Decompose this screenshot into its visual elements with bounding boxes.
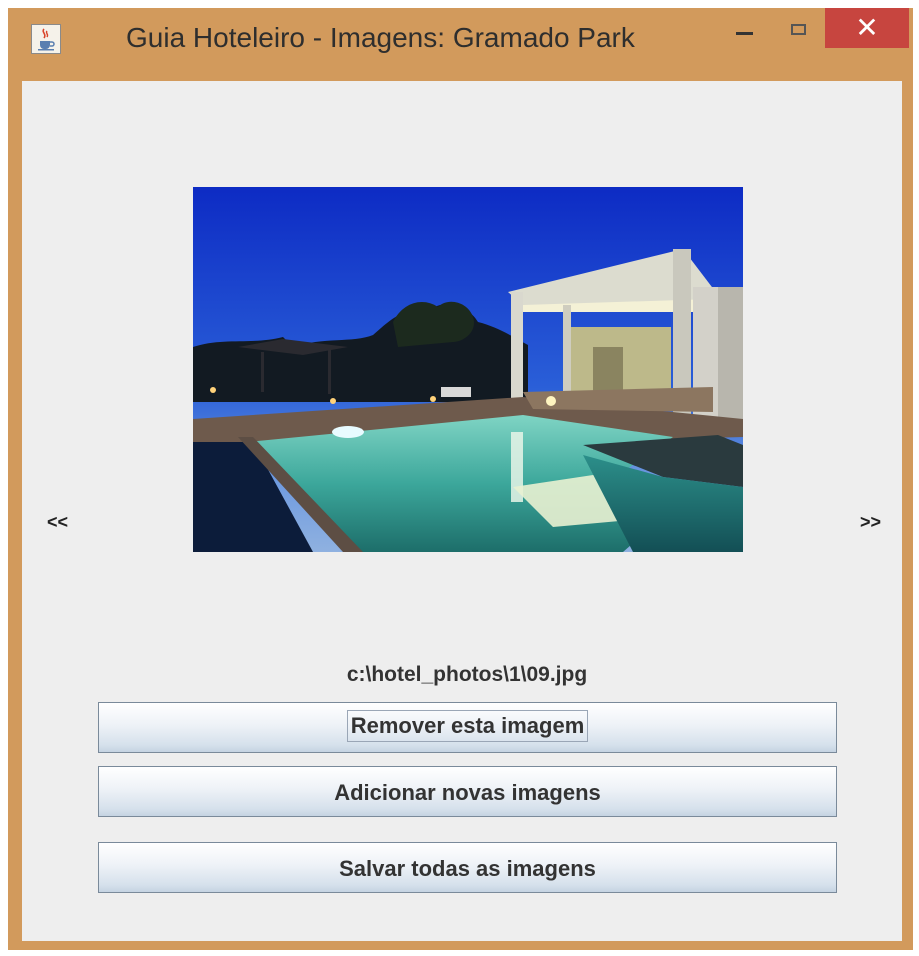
hotel-photo (193, 187, 743, 552)
close-button[interactable]: ✕ (825, 8, 909, 48)
close-icon: ✕ (855, 11, 879, 44)
app-window: Guia Hoteleiro - Imagens: Gramado Park ✕ (8, 8, 913, 950)
maximize-icon (791, 24, 806, 35)
remove-image-button[interactable]: Remover esta imagem (98, 702, 837, 753)
remove-image-label: Remover esta imagem (346, 710, 589, 742)
image-path-label: c:\hotel_photos\1\09.jpg (346, 663, 588, 686)
java-cup-icon[interactable] (31, 24, 61, 54)
minimize-button[interactable] (730, 12, 760, 48)
maximize-button[interactable] (784, 12, 814, 48)
next-image-button[interactable]: >> (860, 512, 881, 533)
minimize-icon (736, 32, 753, 35)
previous-image-button[interactable]: << (47, 512, 68, 533)
add-images-button[interactable]: Adicionar novas imagens (98, 766, 837, 817)
image-panel: << >> c:\hotel_photos\1\09.jpg Remover e… (22, 81, 902, 941)
window-title: Guia Hoteleiro - Imagens: Gramado Park (126, 22, 635, 53)
save-all-images-button[interactable]: Salvar todas as imagens (98, 842, 837, 893)
save-all-images-label: Salvar todas as imagens (339, 856, 596, 881)
title-bar[interactable]: Guia Hoteleiro - Imagens: Gramado Park ✕ (8, 8, 913, 70)
add-images-label: Adicionar novas imagens (334, 780, 601, 805)
